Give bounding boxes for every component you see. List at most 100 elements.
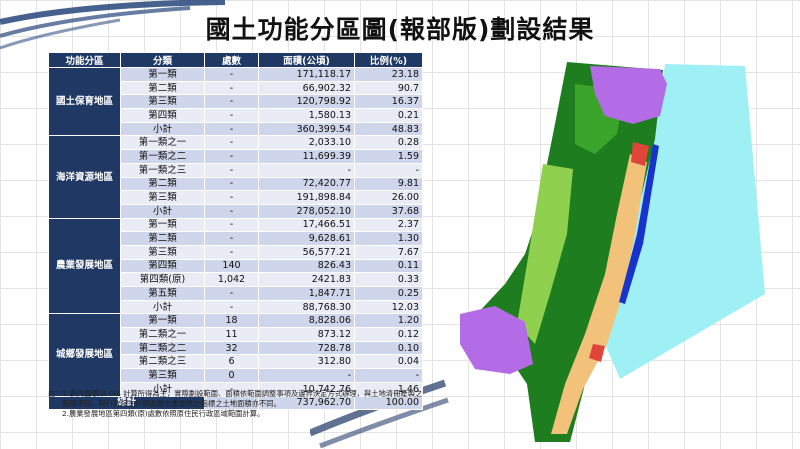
- ratio-cell: 0.12: [354, 327, 423, 342]
- ratio-cell: 0.25: [354, 286, 423, 301]
- area-cell: 1,580.13: [258, 108, 355, 123]
- subcategory-cell: 第一類之二: [120, 149, 205, 164]
- zone-category-cell: 海洋資源地區: [48, 135, 121, 219]
- area-cell: 278,052.10: [258, 203, 355, 219]
- subcategory-cell: 第二類: [120, 80, 205, 96]
- area-cell: 9,628.61: [258, 231, 355, 246]
- ratio-cell: -: [354, 368, 423, 383]
- column-header: 功能分區: [48, 52, 121, 68]
- subcategory-cell: 小計: [120, 121, 205, 137]
- count-cell: -: [204, 190, 259, 205]
- subcategory-cell: 小計: [120, 299, 205, 315]
- column-header: 比例(%): [354, 52, 423, 68]
- area-cell: 66,902.32: [258, 80, 355, 96]
- ratio-cell: 26.00: [354, 190, 423, 205]
- count-cell: -: [204, 203, 259, 219]
- subcategory-cell: 第二類之二: [120, 340, 205, 356]
- subcategory-cell: 第三類: [120, 190, 205, 205]
- zone-category-cell: 國土保育地區: [48, 66, 121, 137]
- area-cell: 11,699.39: [258, 149, 355, 164]
- area-cell: 826.43: [258, 258, 355, 274]
- table-row: 海洋資源地區 第一類之一 -2,033.10 0.28: [48, 135, 423, 219]
- subcategory-cell: 第一類之三: [120, 162, 205, 178]
- ratio-cell: 0.21: [354, 108, 423, 123]
- zoning-results-table: 功能分區 分類 處數 面積(公頃) 比例(%) 國土保育地區 第一類 -171,11…: [48, 52, 423, 411]
- area-cell: 191,898.84: [258, 190, 355, 205]
- area-cell: 728.78: [258, 340, 355, 356]
- area-cell: 17,466.51: [258, 217, 355, 233]
- ratio-cell: 16.37: [354, 94, 423, 110]
- page-title: 國土功能分區圖(報部版)劃設結果: [205, 15, 595, 44]
- area-cell: 2421.83: [258, 272, 355, 287]
- ratio-cell: -: [354, 162, 423, 178]
- column-header: 面積(公頃): [258, 52, 355, 68]
- count-cell: -: [204, 176, 259, 192]
- area-cell: 873.12: [258, 327, 355, 342]
- ratio-cell: 37.68: [354, 203, 423, 219]
- zone-category-cell: 農業發展地區: [48, 217, 121, 315]
- subcategory-cell: 小計: [120, 203, 205, 219]
- count-cell: 0: [204, 368, 259, 383]
- area-cell: 56,577.21: [258, 244, 355, 260]
- subcategory-cell: 第一類之一: [120, 135, 205, 151]
- column-header: 分類: [120, 52, 205, 68]
- ratio-cell: 7.67: [354, 244, 423, 260]
- subcategory-cell: 第一類: [120, 217, 205, 233]
- area-cell: 360,399.54: [258, 121, 355, 137]
- ratio-cell: 2.37: [354, 217, 423, 233]
- subcategory-cell: 第三類: [120, 94, 205, 110]
- subcategory-cell: 第一類: [120, 313, 205, 329]
- ratio-cell: 23.18: [354, 67, 423, 82]
- count-cell: 6: [204, 354, 259, 370]
- subcategory-cell: 第四類: [120, 108, 205, 123]
- ratio-cell: 1.59: [354, 149, 423, 164]
- area-cell: 171,118.17: [258, 67, 355, 82]
- area-cell: 2,033.10: [258, 135, 355, 151]
- count-cell: -: [204, 244, 259, 260]
- ratio-cell: 0.28: [354, 135, 423, 151]
- table-header-row: 功能分區 分類 處數 面積(公頃) 比例(%): [48, 52, 423, 68]
- subcategory-cell: 第四類: [120, 258, 205, 274]
- subcategory-cell: 第五類: [120, 286, 205, 301]
- area-cell: 72,420.77: [258, 176, 355, 192]
- footnotes: 註：1.表內面積以 GIS 計算所得為主，實際劃設範圍、面積依範圍調整事項及邊界…: [48, 389, 428, 419]
- ratio-cell: 0.10: [354, 340, 423, 356]
- count-cell: -: [204, 121, 259, 137]
- area-cell: 88,768.30: [258, 299, 355, 315]
- area-cell: 1,847.71: [258, 286, 355, 301]
- subcategory-cell: 第二類之一: [120, 327, 205, 342]
- subcategory-cell: 第四類(原): [120, 272, 205, 287]
- subcategory-cell: 第三類: [120, 368, 205, 383]
- area-cell: 120,798.92: [258, 94, 355, 110]
- subcategory-cell: 第二類: [120, 176, 205, 192]
- count-cell: -: [204, 67, 259, 82]
- ratio-cell: 48.83: [354, 121, 423, 137]
- count-cell: 32: [204, 340, 259, 356]
- zoning-map: [460, 62, 765, 442]
- subcategory-cell: 第一類: [120, 67, 205, 82]
- count-cell: 140: [204, 258, 259, 274]
- count-cell: 11: [204, 327, 259, 342]
- subcategory-cell: 第二類: [120, 231, 205, 246]
- count-cell: 18: [204, 313, 259, 329]
- table-row: 國土保育地區 第一類 -171,118.17 23.18: [48, 66, 423, 137]
- area-cell: 312.80: [258, 354, 355, 370]
- area-cell: -: [258, 162, 355, 178]
- count-cell: -: [204, 135, 259, 151]
- subcategory-cell: 第二類之三: [120, 354, 205, 370]
- count-cell: -: [204, 80, 259, 96]
- footnote-1: 註：1.表內面積以 GIS 計算所得為主，實際劃設範圍、面積依範圍調整事項及邊界…: [48, 389, 423, 408]
- ratio-cell: 1.20: [354, 313, 423, 329]
- count-cell: -: [204, 231, 259, 246]
- ratio-cell: 1.30: [354, 231, 423, 246]
- table-row: 農業發展地區 第一類 -17,466.51 2.37: [48, 217, 423, 315]
- area-cell: 8,828.06: [258, 313, 355, 329]
- area-cell: -: [258, 368, 355, 383]
- count-cell: -: [204, 149, 259, 164]
- table-row: 城鄉發展地區 第一類 18 8,828.06 1.20: [48, 313, 423, 397]
- ratio-cell: 90.7: [354, 80, 423, 96]
- zone-category-cell: 城鄉發展地區: [48, 313, 121, 397]
- ratio-cell: 0.04: [354, 354, 423, 370]
- count-cell: -: [204, 217, 259, 233]
- ratio-cell: 12.03: [354, 299, 423, 315]
